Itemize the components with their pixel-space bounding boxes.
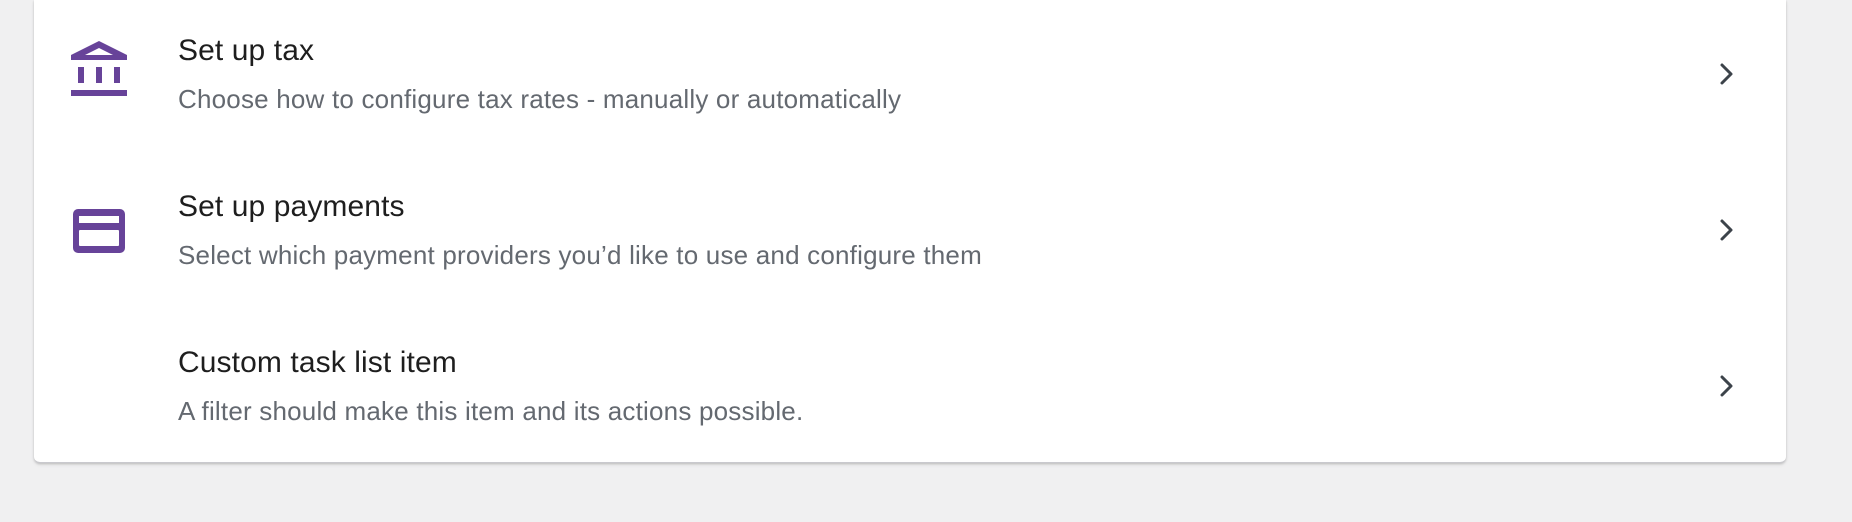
task-list-card: Set up tax Choose how to configure tax r… (34, 0, 1786, 463)
task-description: Choose how to configure tax rates - manu… (178, 84, 902, 114)
credit-card-icon (68, 201, 130, 263)
chevron-right-icon[interactable] (1714, 218, 1738, 242)
task-title: Set up payments (178, 190, 405, 223)
task-item-set-up-payments[interactable]: Set up payments Select which payment pro… (34, 156, 1786, 312)
task-item-custom-task[interactable]: Custom task list item A filter should ma… (34, 312, 1786, 468)
task-description: A filter should make this item and its a… (178, 396, 804, 426)
task-description: Select which payment providers you’d lik… (178, 240, 982, 270)
chevron-right-icon[interactable] (1714, 62, 1738, 86)
task-item-set-up-tax[interactable]: Set up tax Choose how to configure tax r… (34, 0, 1786, 156)
bank-icon (68, 38, 130, 100)
task-title: Custom task list item (178, 346, 457, 379)
chevron-right-icon[interactable] (1714, 374, 1738, 398)
task-title: Set up tax (178, 34, 315, 67)
